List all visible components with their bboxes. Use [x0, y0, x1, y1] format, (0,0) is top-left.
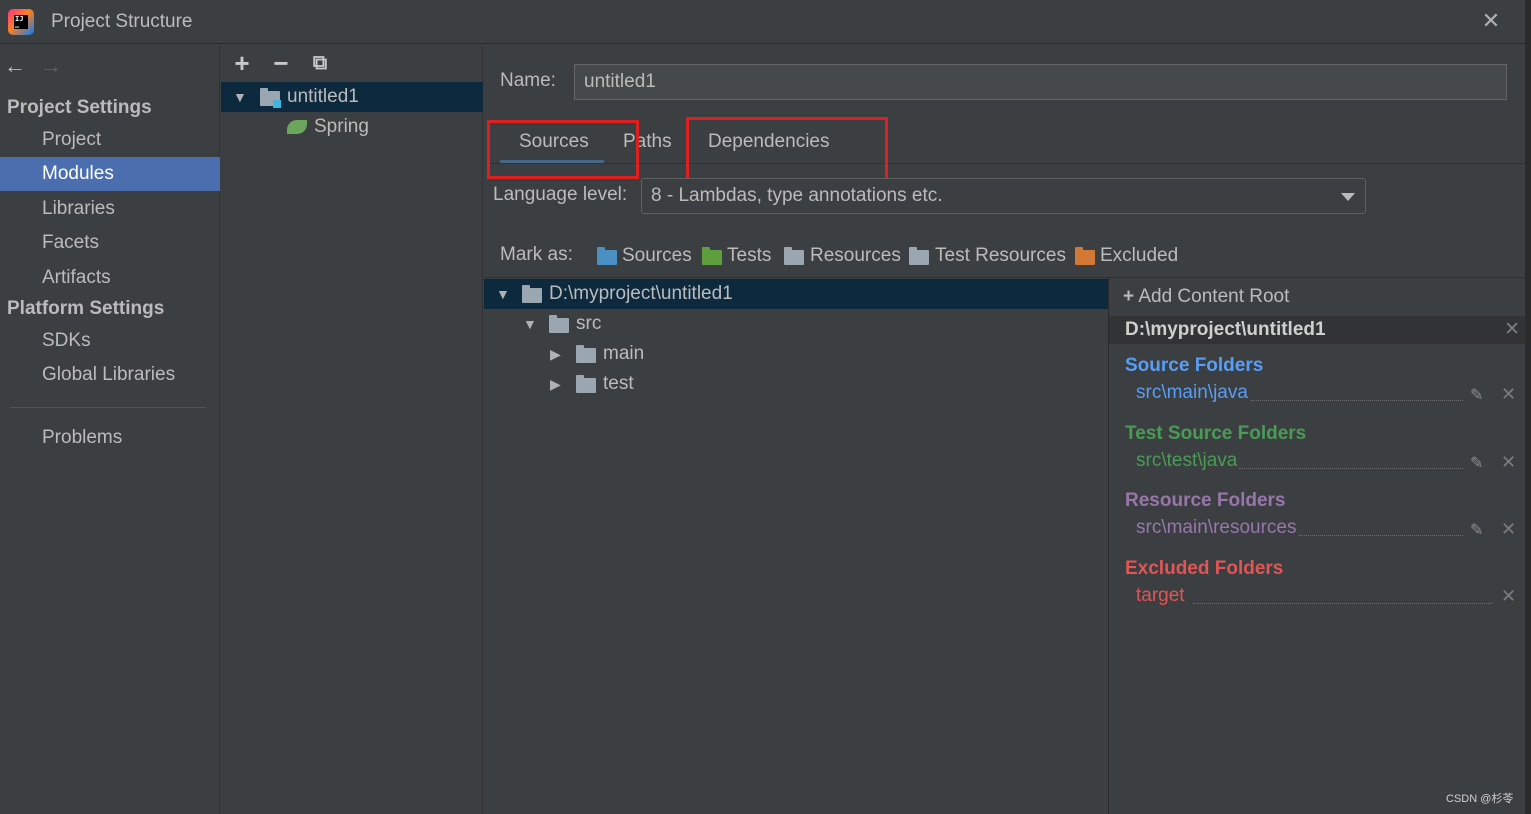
plus-icon: +: [1123, 286, 1135, 307]
module-badge-icon: [273, 100, 281, 108]
dotted-leader: [1239, 468, 1463, 469]
module-name: untitled1: [287, 86, 359, 107]
tree-item-main[interactable]: ▶ main: [484, 339, 1108, 369]
back-arrow-icon[interactable]: ←: [4, 53, 40, 79]
intellij-logo-icon: IJ —: [8, 9, 34, 35]
close-icon[interactable]: ✕: [1480, 10, 1502, 32]
test-source-folder-item[interactable]: src\test\java: [1136, 450, 1237, 472]
nav-divider: [10, 407, 206, 408]
tree-item-spring[interactable]: Spring: [221, 112, 483, 142]
nav-arrows: ← →: [4, 53, 76, 79]
content-roots-panel: + Add Content Root D:\myproject\untitled…: [1108, 277, 1531, 814]
facet-name: Spring: [314, 116, 369, 137]
source-folders-title: Source Folders: [1125, 355, 1264, 376]
edit-pencil-icon[interactable]: ✎: [1470, 520, 1483, 540]
content-root-header: D:\myproject\untitled1 ✕: [1109, 316, 1531, 344]
edit-pencil-icon[interactable]: ✎: [1470, 385, 1483, 405]
folder-icon: [549, 315, 569, 333]
mark-as-sources[interactable]: Sources: [622, 245, 692, 267]
test-resources-folder-icon: [909, 247, 929, 265]
test-label: test: [603, 373, 634, 394]
content-root-path: D:\myproject\untitled1: [1125, 319, 1326, 340]
add-icon[interactable]: +: [229, 49, 255, 77]
nav-item-global-libraries[interactable]: Global Libraries: [0, 358, 220, 392]
remove-root-icon[interactable]: ✕: [1504, 316, 1520, 344]
nav-item-problems[interactable]: Problems: [0, 421, 220, 455]
tree-item-root[interactable]: ▼ D:\myproject\untitled1: [484, 279, 1108, 309]
root-path: D:\myproject\untitled1: [549, 283, 733, 304]
window-title: Project Structure: [51, 11, 193, 32]
settings-nav: ← → Project Settings Project Modules Libr…: [0, 45, 220, 814]
nav-item-project[interactable]: Project: [0, 123, 220, 157]
language-level-select[interactable]: 8 - Lambdas, type annotations etc.: [641, 178, 1366, 214]
tests-folder-icon: [702, 247, 722, 265]
forward-arrow-icon[interactable]: →: [40, 53, 76, 79]
nav-item-facets[interactable]: Facets: [0, 226, 220, 260]
mark-as-excluded[interactable]: Excluded: [1100, 245, 1178, 267]
language-level-label: Language level:: [493, 184, 628, 205]
module-name-input[interactable]: untitled1: [574, 64, 1507, 100]
tree-item-src[interactable]: ▼ src: [484, 309, 1108, 339]
folder-icon: [576, 375, 596, 393]
title-bar: IJ — Project Structure ✕: [0, 0, 1531, 44]
add-content-root-label: Add Content Root: [1138, 286, 1290, 307]
remove-icon[interactable]: ✕: [1501, 452, 1516, 473]
annotation-box-sources: [487, 120, 639, 179]
main-label: main: [603, 343, 645, 364]
nav-item-artifacts[interactable]: Artifacts: [0, 261, 220, 295]
chevron-down-icon[interactable]: ▼: [523, 309, 537, 339]
remove-icon[interactable]: ✕: [1501, 586, 1516, 607]
nav-item-libraries[interactable]: Libraries: [0, 192, 220, 226]
excluded-folder-item[interactable]: target: [1136, 585, 1185, 607]
resource-folder-item[interactable]: src\main\resources: [1136, 517, 1297, 539]
remove-icon[interactable]: ✕: [1501, 384, 1516, 405]
nav-item-sdks[interactable]: SDKs: [0, 324, 220, 358]
mark-as-test-resources[interactable]: Test Resources: [935, 245, 1066, 267]
copy-icon[interactable]: ⧉: [307, 49, 333, 77]
src-label: src: [576, 313, 602, 334]
excluded-folder-icon: [1075, 247, 1095, 265]
platform-settings-header: Platform Settings: [7, 298, 165, 319]
excluded-folders-title: Excluded Folders: [1125, 558, 1284, 579]
chevron-down-icon[interactable]: ▼: [496, 279, 510, 309]
resource-folders-title: Resource Folders: [1125, 490, 1286, 511]
chevron-down-icon: [1341, 193, 1355, 201]
window-edge: [1525, 0, 1531, 814]
remove-icon[interactable]: ✕: [1501, 519, 1516, 540]
sources-folder-icon: [597, 247, 617, 265]
folder-icon: [576, 345, 596, 363]
nav-item-modules[interactable]: Modules: [0, 157, 220, 191]
dotted-leader: [1251, 400, 1463, 401]
dotted-leader: [1299, 535, 1463, 536]
content-tree: ▼ D:\myproject\untitled1 ▼ src ▶ main ▶ …: [484, 277, 1108, 814]
name-label: Name:: [500, 70, 556, 91]
mark-as-label: Mark as:: [500, 244, 573, 265]
folder-icon: [522, 285, 542, 303]
module-toolbar: + − ⧉: [221, 45, 483, 81]
edit-pencil-icon[interactable]: ✎: [1470, 453, 1483, 473]
module-tree-pane: + − ⧉ ▼ untitled1 Spring: [221, 45, 483, 814]
add-content-root-button[interactable]: + Add Content Root: [1123, 286, 1289, 308]
project-settings-header: Project Settings: [7, 97, 152, 118]
resources-folder-icon: [784, 247, 804, 265]
mark-as-tests[interactable]: Tests: [727, 245, 771, 267]
chevron-right-icon[interactable]: ▶: [550, 339, 561, 369]
tree-item-module[interactable]: ▼ untitled1: [221, 82, 483, 112]
language-level-value: 8 - Lambdas, type annotations etc.: [651, 185, 943, 206]
chevron-down-icon[interactable]: ▼: [233, 82, 247, 112]
module-editor: Name: untitled1 Sources Paths Dependenci…: [484, 45, 1531, 814]
mark-as-resources[interactable]: Resources: [810, 245, 901, 267]
watermark: CSDN @杉苓: [1446, 793, 1514, 805]
remove-icon[interactable]: −: [268, 49, 294, 77]
tree-item-test[interactable]: ▶ test: [484, 369, 1108, 399]
test-source-folders-title: Test Source Folders: [1125, 423, 1307, 444]
dotted-leader: [1193, 603, 1493, 604]
tab-divider: [484, 163, 1531, 164]
chevron-right-icon[interactable]: ▶: [550, 369, 561, 399]
spring-leaf-icon: [287, 120, 307, 134]
source-folder-item[interactable]: src\main\java: [1136, 382, 1248, 404]
